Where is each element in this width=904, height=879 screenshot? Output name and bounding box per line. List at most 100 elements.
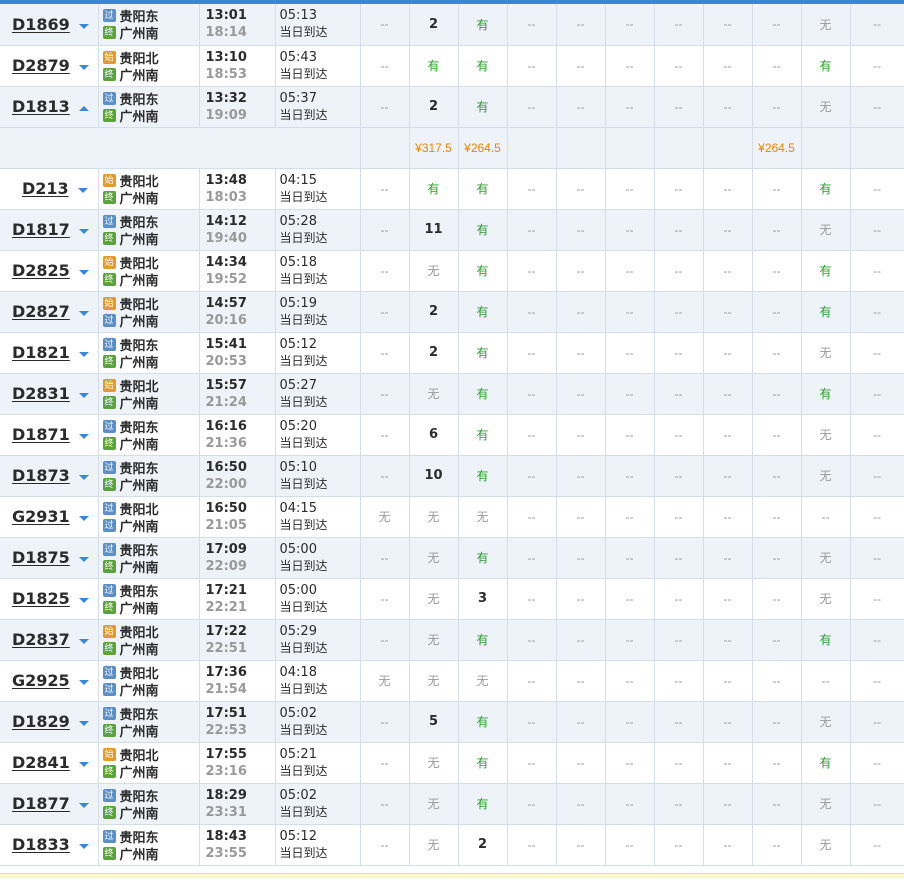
train-row[interactable]: D1877 过贵阳东终广州南 18:29 23:31 05:02 当日到达 -- 无有 -- --… bbox=[0, 783, 904, 825]
seat-availability: -- bbox=[723, 222, 732, 237]
arrival-time: 18:53 bbox=[205, 66, 247, 82]
train-number-link[interactable]: D1871 bbox=[12, 425, 70, 444]
train-row[interactable]: D1817 过贵阳东终广州南 14:12 19:40 05:28 当日到达 -- 11 有 -- -… bbox=[0, 209, 904, 251]
train-row[interactable]: G2931 过贵阳北过广州南 16:50 21:05 04:15 当日到达无无无 -- -- -… bbox=[0, 496, 904, 538]
train-number-link[interactable]: D1833 bbox=[12, 835, 70, 854]
seat-cell: 无 bbox=[801, 332, 851, 374]
seat-cell: -- bbox=[654, 455, 704, 497]
train-number-link[interactable]: D1875 bbox=[12, 548, 70, 567]
train-number-link[interactable]: G2925 bbox=[12, 671, 70, 690]
duration-cell: 05:12 当日到达 bbox=[275, 332, 361, 374]
seat-availability: -- bbox=[576, 714, 585, 729]
seat-cell: -- bbox=[752, 414, 802, 456]
train-row[interactable]: D1833 过贵阳东终广州南 18:43 23:55 05:12 当日到达 -- 无 2 -- --… bbox=[0, 824, 904, 866]
expand-arrow-icon[interactable] bbox=[78, 516, 89, 522]
station-type-badge-icon: 终 bbox=[102, 764, 116, 778]
seat-cell: -- bbox=[703, 701, 753, 743]
arrival-day-label: 当日到达 bbox=[279, 763, 328, 778]
duration-cell: 05:13 当日到达 bbox=[275, 4, 361, 46]
train-row[interactable]: D2837 始贵阳北终广州南 17:22 22:51 05:29 当日到达 -- 无有 -- --… bbox=[0, 619, 904, 661]
seat-availability: -- bbox=[527, 181, 536, 196]
arrival-day-label: 当日到达 bbox=[279, 353, 328, 368]
expand-arrow-icon[interactable] bbox=[78, 65, 89, 71]
expand-arrow-icon[interactable] bbox=[78, 680, 89, 686]
seat-availability: -- bbox=[380, 17, 389, 32]
train-number-link[interactable]: D1821 bbox=[12, 343, 70, 362]
to-station-name: 广州南 bbox=[119, 641, 159, 657]
seat-cell: -- bbox=[654, 496, 704, 538]
times-cell: 15:57 21:24 bbox=[199, 373, 276, 415]
seat-cell: -- bbox=[360, 86, 410, 128]
expand-arrow-icon[interactable] bbox=[78, 311, 89, 317]
expand-arrow-icon[interactable] bbox=[78, 721, 89, 727]
train-row[interactable]: D1873 过贵阳东终广州南 16:50 22:00 05:10 当日到达 -- 10 有 -- -… bbox=[0, 455, 904, 497]
to-station: 过广州南 bbox=[102, 312, 199, 329]
seat-availability: -- bbox=[873, 550, 881, 565]
station-type-badge-icon: 终 bbox=[102, 231, 116, 245]
train-number-link[interactable]: D1817 bbox=[12, 220, 70, 239]
train-row[interactable]: D1813 过贵阳东终广州南 13:32 19:09 05:37 当日到达 -- 2 有 -- --… bbox=[0, 86, 904, 128]
train-row[interactable]: D213 始贵阳北终广州南 13:48 18:03 04:15 当日到达 -- 有有 -- -- -… bbox=[0, 168, 904, 210]
train-row[interactable]: D1875 过贵阳东终广州南 17:09 22:09 05:00 当日到达 -- 无有 -- --… bbox=[0, 537, 904, 579]
train-number-link[interactable]: D2831 bbox=[12, 384, 70, 403]
train-number-link[interactable]: D1877 bbox=[12, 794, 70, 813]
train-number-link[interactable]: D2837 bbox=[12, 630, 70, 649]
expand-arrow-icon[interactable] bbox=[78, 229, 89, 235]
expand-arrow-icon[interactable] bbox=[78, 639, 89, 645]
train-row[interactable]: D1821 过贵阳东终广州南 15:41 20:53 05:12 当日到达 -- 2 有 -- --… bbox=[0, 332, 904, 374]
train-number-link[interactable]: D2879 bbox=[12, 56, 70, 75]
train-row[interactable]: D2825 始贵阳北终广州南 14:34 19:52 05:18 当日到达 -- 无有 -- --… bbox=[0, 250, 904, 292]
expand-arrow-icon[interactable] bbox=[77, 188, 88, 194]
train-row[interactable]: D1869 过贵阳东终广州南 13:01 18:14 05:13 当日到达 -- 2 有 -- --… bbox=[0, 4, 904, 46]
expand-arrow-icon[interactable] bbox=[78, 352, 89, 358]
train-number-link[interactable]: D1825 bbox=[12, 589, 70, 608]
expand-arrow-icon[interactable] bbox=[78, 598, 89, 604]
train-number-cell: D2879 bbox=[0, 45, 99, 87]
train-number-link[interactable]: D2841 bbox=[12, 753, 70, 772]
expand-arrow-icon[interactable] bbox=[78, 24, 89, 30]
train-number-link[interactable]: D1873 bbox=[12, 466, 70, 485]
seat-availability: -- bbox=[625, 796, 634, 811]
train-number-link[interactable]: D1829 bbox=[12, 712, 70, 731]
train-number-link[interactable]: G2931 bbox=[12, 507, 70, 526]
expand-arrow-icon[interactable] bbox=[78, 270, 89, 276]
seat-availability: -- bbox=[576, 181, 585, 196]
seat-cell: -- bbox=[752, 537, 802, 579]
arrival-day-label: 当日到达 bbox=[279, 476, 328, 491]
duration-value: 05:28 bbox=[279, 213, 317, 229]
arrival-time: 22:09 bbox=[205, 558, 247, 574]
train-row[interactable]: D1829 过贵阳东终广州南 17:51 22:53 05:02 当日到达 -- 5 有 -- --… bbox=[0, 701, 904, 743]
expand-arrow-icon[interactable] bbox=[78, 434, 89, 440]
from-station: 过贵阳东 bbox=[102, 418, 199, 435]
seat-cell: -- bbox=[752, 701, 802, 743]
train-row[interactable]: D2841 始贵阳北终广州南 17:55 23:16 05:21 当日到达 -- 无有 -- --… bbox=[0, 742, 904, 784]
to-station-name: 广州南 bbox=[119, 231, 159, 247]
train-row[interactable]: D1825 过贵阳东终广州南 17:21 22:21 05:00 当日到达 -- 无 3 -- --… bbox=[0, 578, 904, 620]
expand-arrow-icon[interactable] bbox=[78, 844, 89, 850]
expand-arrow-icon[interactable] bbox=[78, 557, 89, 563]
train-number-link[interactable]: D1869 bbox=[12, 15, 70, 34]
seat-cell: -- bbox=[703, 783, 753, 825]
seat-cell: -- bbox=[556, 660, 606, 702]
train-number-link[interactable]: D2827 bbox=[12, 302, 70, 321]
station-type-badge-icon: 始 bbox=[102, 50, 116, 64]
seat-cell: 11 bbox=[409, 209, 459, 251]
expand-arrow-icon[interactable] bbox=[78, 762, 89, 768]
train-number-link[interactable]: D213 bbox=[22, 179, 69, 198]
collapse-arrow-icon[interactable] bbox=[78, 106, 89, 112]
expand-arrow-icon[interactable] bbox=[78, 393, 89, 399]
seat-cell: 无 bbox=[801, 86, 851, 128]
train-row[interactable]: D2831 始贵阳北终广州南 15:57 21:24 05:27 当日到达 -- 无有 -- --… bbox=[0, 373, 904, 415]
expand-arrow-icon[interactable] bbox=[78, 475, 89, 481]
train-row[interactable]: G2925 过贵阳北过广州南 17:36 21:54 04:18 当日到达无无无 -- -- -… bbox=[0, 660, 904, 702]
train-row[interactable]: D2879 始贵阳北终广州南 13:10 18:53 05:43 当日到达 -- 有有 -- --… bbox=[0, 45, 904, 87]
train-row[interactable]: D2827 始贵阳北过广州南 14:57 20:16 05:19 当日到达 -- 2 有 -- --… bbox=[0, 291, 904, 333]
train-number-link[interactable]: D2825 bbox=[12, 261, 70, 280]
station-type-badge-icon: 过 bbox=[102, 214, 116, 228]
expand-arrow-icon[interactable] bbox=[78, 803, 89, 809]
from-station: 过贵阳东 bbox=[102, 459, 199, 476]
train-row[interactable]: D1871 过贵阳东终广州南 16:16 21:36 05:20 当日到达 -- 6 有 -- --… bbox=[0, 414, 904, 456]
departure-time: 17:51 bbox=[205, 705, 247, 721]
duration-cell: 05:28 当日到达 bbox=[275, 209, 361, 251]
train-number-link[interactable]: D1813 bbox=[12, 97, 70, 116]
